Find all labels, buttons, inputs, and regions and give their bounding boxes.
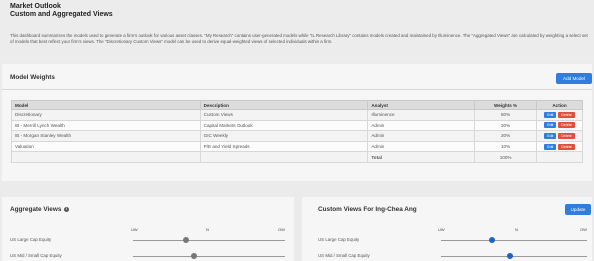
- table-row: Valuation P/E and Yield Spreads Admin 10…: [11, 140, 583, 153]
- delete-button[interactable]: Delete: [558, 122, 575, 129]
- slider-track: [133, 240, 285, 242]
- model-name: Discretionary: [11, 109, 201, 121]
- slider-track: [133, 256, 285, 258]
- column-header-model: Model: [11, 100, 201, 110]
- slider-label: US Mid / Small Cap Equity: [318, 253, 370, 258]
- model-analyst: Admin: [367, 119, 476, 132]
- add-model-button[interactable]: Add Model: [556, 73, 592, 84]
- model-weight: 20%: [474, 119, 538, 132]
- edit-button[interactable]: Edit: [544, 132, 557, 139]
- scale-ow: OW: [580, 227, 587, 232]
- aggregate-views-title: Aggregate Views i: [10, 206, 70, 213]
- total-label: Total: [367, 151, 476, 163]
- custom-views-title: Custom Views For Ing-Chea Ang: [318, 206, 417, 213]
- delete-button[interactable]: Delete: [558, 143, 575, 150]
- total-row: Total 100%: [11, 151, 583, 163]
- scale-n: N: [206, 227, 209, 232]
- slider-label: US Large Cap Equity: [318, 237, 360, 242]
- total-value: 100%: [474, 151, 538, 163]
- row-actions: Edit Delete: [536, 119, 583, 132]
- info-icon[interactable]: i: [64, 207, 70, 212]
- scale-n: N: [515, 227, 518, 232]
- page-description: This dashboard summarizes the models use…: [10, 33, 588, 44]
- model-name: IB - Morgan Stanley Wealth: [11, 130, 201, 142]
- model-description: Custom Views: [199, 109, 369, 121]
- model-description: P/E and Yield Spreads: [199, 140, 369, 153]
- table-header-row: Model Description Analyst Weights % Acti…: [11, 100, 583, 110]
- model-weight: 20%: [474, 130, 538, 142]
- scale-uw: UW: [131, 227, 138, 232]
- scale-uw: UW: [438, 227, 445, 232]
- table-row: Discretionary Custom Views Illuminence 5…: [11, 109, 583, 121]
- model-weights-title: Model Weights: [10, 74, 55, 81]
- scale-ow: OW: [278, 227, 285, 232]
- column-header-weights: Weights %: [474, 100, 538, 110]
- table-row: IB - Merrill Lynch Wealth Capital Market…: [11, 119, 583, 132]
- column-header-action: Action: [536, 100, 583, 110]
- column-header-analyst: Analyst: [367, 100, 476, 110]
- model-analyst: Admin: [367, 140, 476, 153]
- page-title: Market Outlook: [10, 3, 61, 10]
- slider-track: [441, 256, 587, 258]
- slider-thumb[interactable]: [506, 253, 513, 259]
- model-weight: 50%: [474, 109, 538, 121]
- model-description: Capital Markets Outlook: [199, 119, 369, 132]
- slider-thumb[interactable]: [190, 253, 197, 259]
- edit-button[interactable]: Edit: [544, 122, 557, 129]
- divider: [2, 89, 592, 90]
- model-analyst: Illuminence: [367, 109, 476, 121]
- column-header-description: Description: [199, 100, 369, 110]
- slider-track: [441, 240, 587, 242]
- model-weights-table: Model Description Analyst Weights % Acti…: [11, 100, 583, 163]
- table-row: IB - Morgan Stanley Wealth GIC Weekly Ad…: [11, 130, 583, 142]
- model-analyst: Admin: [367, 130, 476, 142]
- model-name: Valuation: [11, 140, 201, 153]
- page-header: Market Outlook Custom and Aggregated Vie…: [0, 0, 594, 62]
- slider-label: US Large Cap Equity: [10, 237, 52, 242]
- edit-button[interactable]: Edit: [544, 143, 557, 150]
- delete-button[interactable]: Delete: [558, 132, 575, 139]
- edit-button[interactable]: Edit: [544, 111, 557, 118]
- update-button[interactable]: Update: [565, 204, 591, 215]
- row-actions: Edit Delete: [536, 109, 583, 121]
- model-description: GIC Weekly: [199, 130, 369, 142]
- page-subtitle: Custom and Aggregated Views: [10, 11, 113, 18]
- delete-button[interactable]: Delete: [558, 111, 575, 118]
- model-name: IB - Merrill Lynch Wealth: [11, 119, 201, 132]
- model-weight: 10%: [474, 140, 538, 153]
- slider-label: US Mid / Small Cap Equity: [10, 253, 62, 258]
- row-actions: Edit Delete: [536, 140, 583, 153]
- row-actions: Edit Delete: [536, 130, 583, 142]
